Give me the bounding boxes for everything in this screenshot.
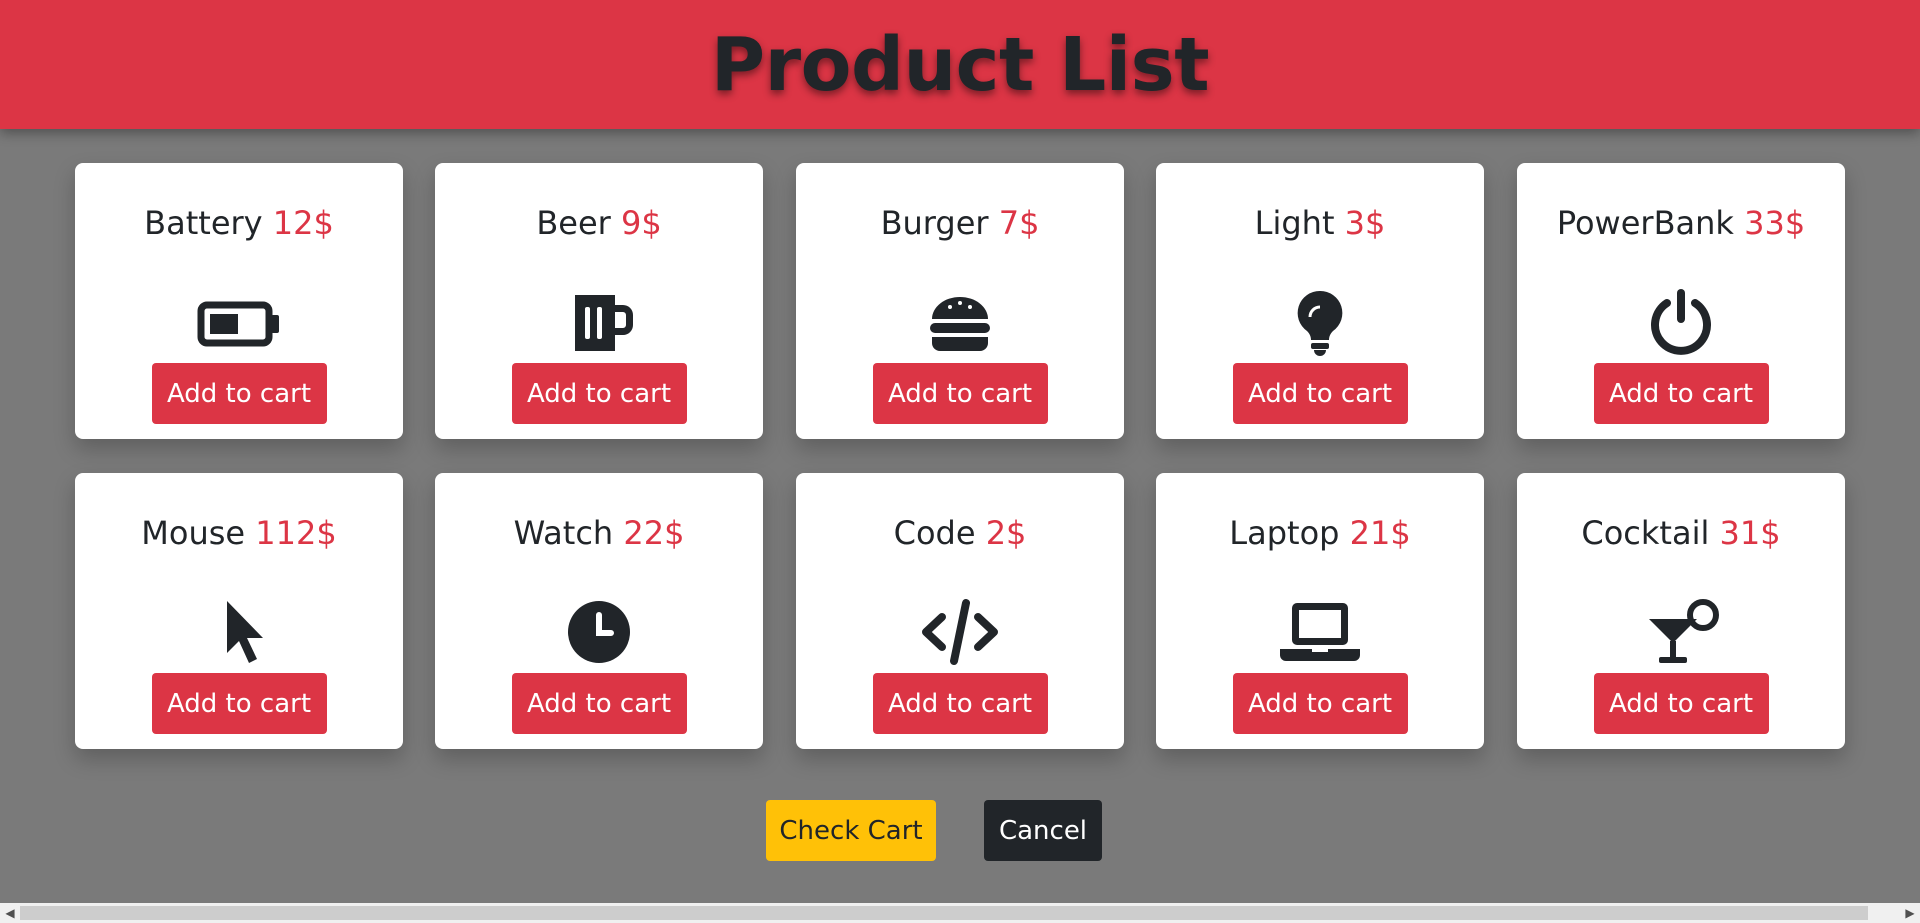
product-price: 3$ xyxy=(1344,204,1386,242)
product-title: Code 2$ xyxy=(796,517,1124,549)
power-icon xyxy=(1639,287,1723,357)
product-price: 7$ xyxy=(998,204,1040,242)
product-card-code: Code 2$ Add to cart xyxy=(796,473,1124,749)
product-title: Laptop 21$ xyxy=(1156,517,1484,549)
product-price: 33$ xyxy=(1744,204,1806,242)
product-price: 21$ xyxy=(1349,514,1411,552)
product-name: Laptop xyxy=(1229,514,1340,552)
product-name: Battery xyxy=(144,204,263,242)
add-to-cart-button[interactable]: Add to cart xyxy=(151,363,327,424)
mouse-pointer-icon xyxy=(197,597,281,667)
clock-icon xyxy=(557,597,641,667)
check-cart-button[interactable]: Check Cart xyxy=(766,800,936,861)
laptop-icon xyxy=(1278,597,1362,667)
add-to-cart-button[interactable]: Add to cart xyxy=(1593,363,1769,424)
product-name: Burger xyxy=(880,204,989,242)
product-price: 9$ xyxy=(620,204,662,242)
cancel-button[interactable]: Cancel xyxy=(984,800,1102,861)
product-title: Watch 22$ xyxy=(435,517,763,549)
scroll-right-icon[interactable]: ▶ xyxy=(1900,903,1920,923)
product-title: Light 3$ xyxy=(1156,207,1484,239)
product-name: Beer xyxy=(536,204,611,242)
product-name: Watch xyxy=(513,514,614,552)
product-title: Battery 12$ xyxy=(75,207,403,239)
cocktail-icon xyxy=(1639,597,1723,667)
add-to-cart-button[interactable]: Add to cart xyxy=(872,363,1048,424)
product-title: Mouse 112$ xyxy=(75,517,403,549)
code-icon xyxy=(918,597,1002,667)
product-card-burger: Burger 7$ Add to cart xyxy=(796,163,1124,439)
product-price: 12$ xyxy=(272,204,334,242)
product-card-light: Light 3$ Add to cart xyxy=(1156,163,1484,439)
product-card-mouse: Mouse 112$ Add to cart xyxy=(75,473,403,749)
add-to-cart-button[interactable]: Add to cart xyxy=(1232,363,1408,424)
product-card-battery: Battery 12$ Add to cart xyxy=(75,163,403,439)
product-title: Burger 7$ xyxy=(796,207,1124,239)
product-name: Code xyxy=(893,514,976,552)
product-title: PowerBank 33$ xyxy=(1517,207,1845,239)
product-price: 2$ xyxy=(985,514,1027,552)
product-price: 31$ xyxy=(1719,514,1781,552)
product-card-watch: Watch 22$ Add to cart xyxy=(435,473,763,749)
add-to-cart-button[interactable]: Add to cart xyxy=(151,673,327,734)
product-price: 22$ xyxy=(623,514,685,552)
product-name: Mouse xyxy=(141,514,246,552)
product-card-cocktail: Cocktail 31$ Add to cart xyxy=(1517,473,1845,749)
lightbulb-icon xyxy=(1278,287,1362,357)
product-card-beer: Beer 9$ Add to cart xyxy=(435,163,763,439)
page-title: Product List xyxy=(710,21,1210,108)
burger-icon xyxy=(918,287,1002,357)
product-card-laptop: Laptop 21$ Add to cart xyxy=(1156,473,1484,749)
battery-icon xyxy=(197,287,281,357)
product-card-powerbank: PowerBank 33$ Add to cart xyxy=(1517,163,1845,439)
add-to-cart-button[interactable]: Add to cart xyxy=(511,363,687,424)
scroll-left-icon[interactable]: ◀ xyxy=(0,903,20,923)
header-bar: Product List xyxy=(0,0,1920,129)
add-to-cart-button[interactable]: Add to cart xyxy=(511,673,687,734)
product-title: Beer 9$ xyxy=(435,207,763,239)
add-to-cart-button[interactable]: Add to cart xyxy=(1232,673,1408,734)
product-name: PowerBank xyxy=(1556,204,1734,242)
scrollbar-thumb[interactable] xyxy=(20,906,1868,920)
beer-icon xyxy=(557,287,641,357)
add-to-cart-button[interactable]: Add to cart xyxy=(872,673,1048,734)
product-title: Cocktail 31$ xyxy=(1517,517,1845,549)
horizontal-scrollbar[interactable]: ◀ ▶ xyxy=(0,903,1920,923)
add-to-cart-button[interactable]: Add to cart xyxy=(1593,673,1769,734)
product-name: Cocktail xyxy=(1581,514,1710,552)
product-price: 112$ xyxy=(255,514,337,552)
product-name: Light xyxy=(1254,204,1335,242)
